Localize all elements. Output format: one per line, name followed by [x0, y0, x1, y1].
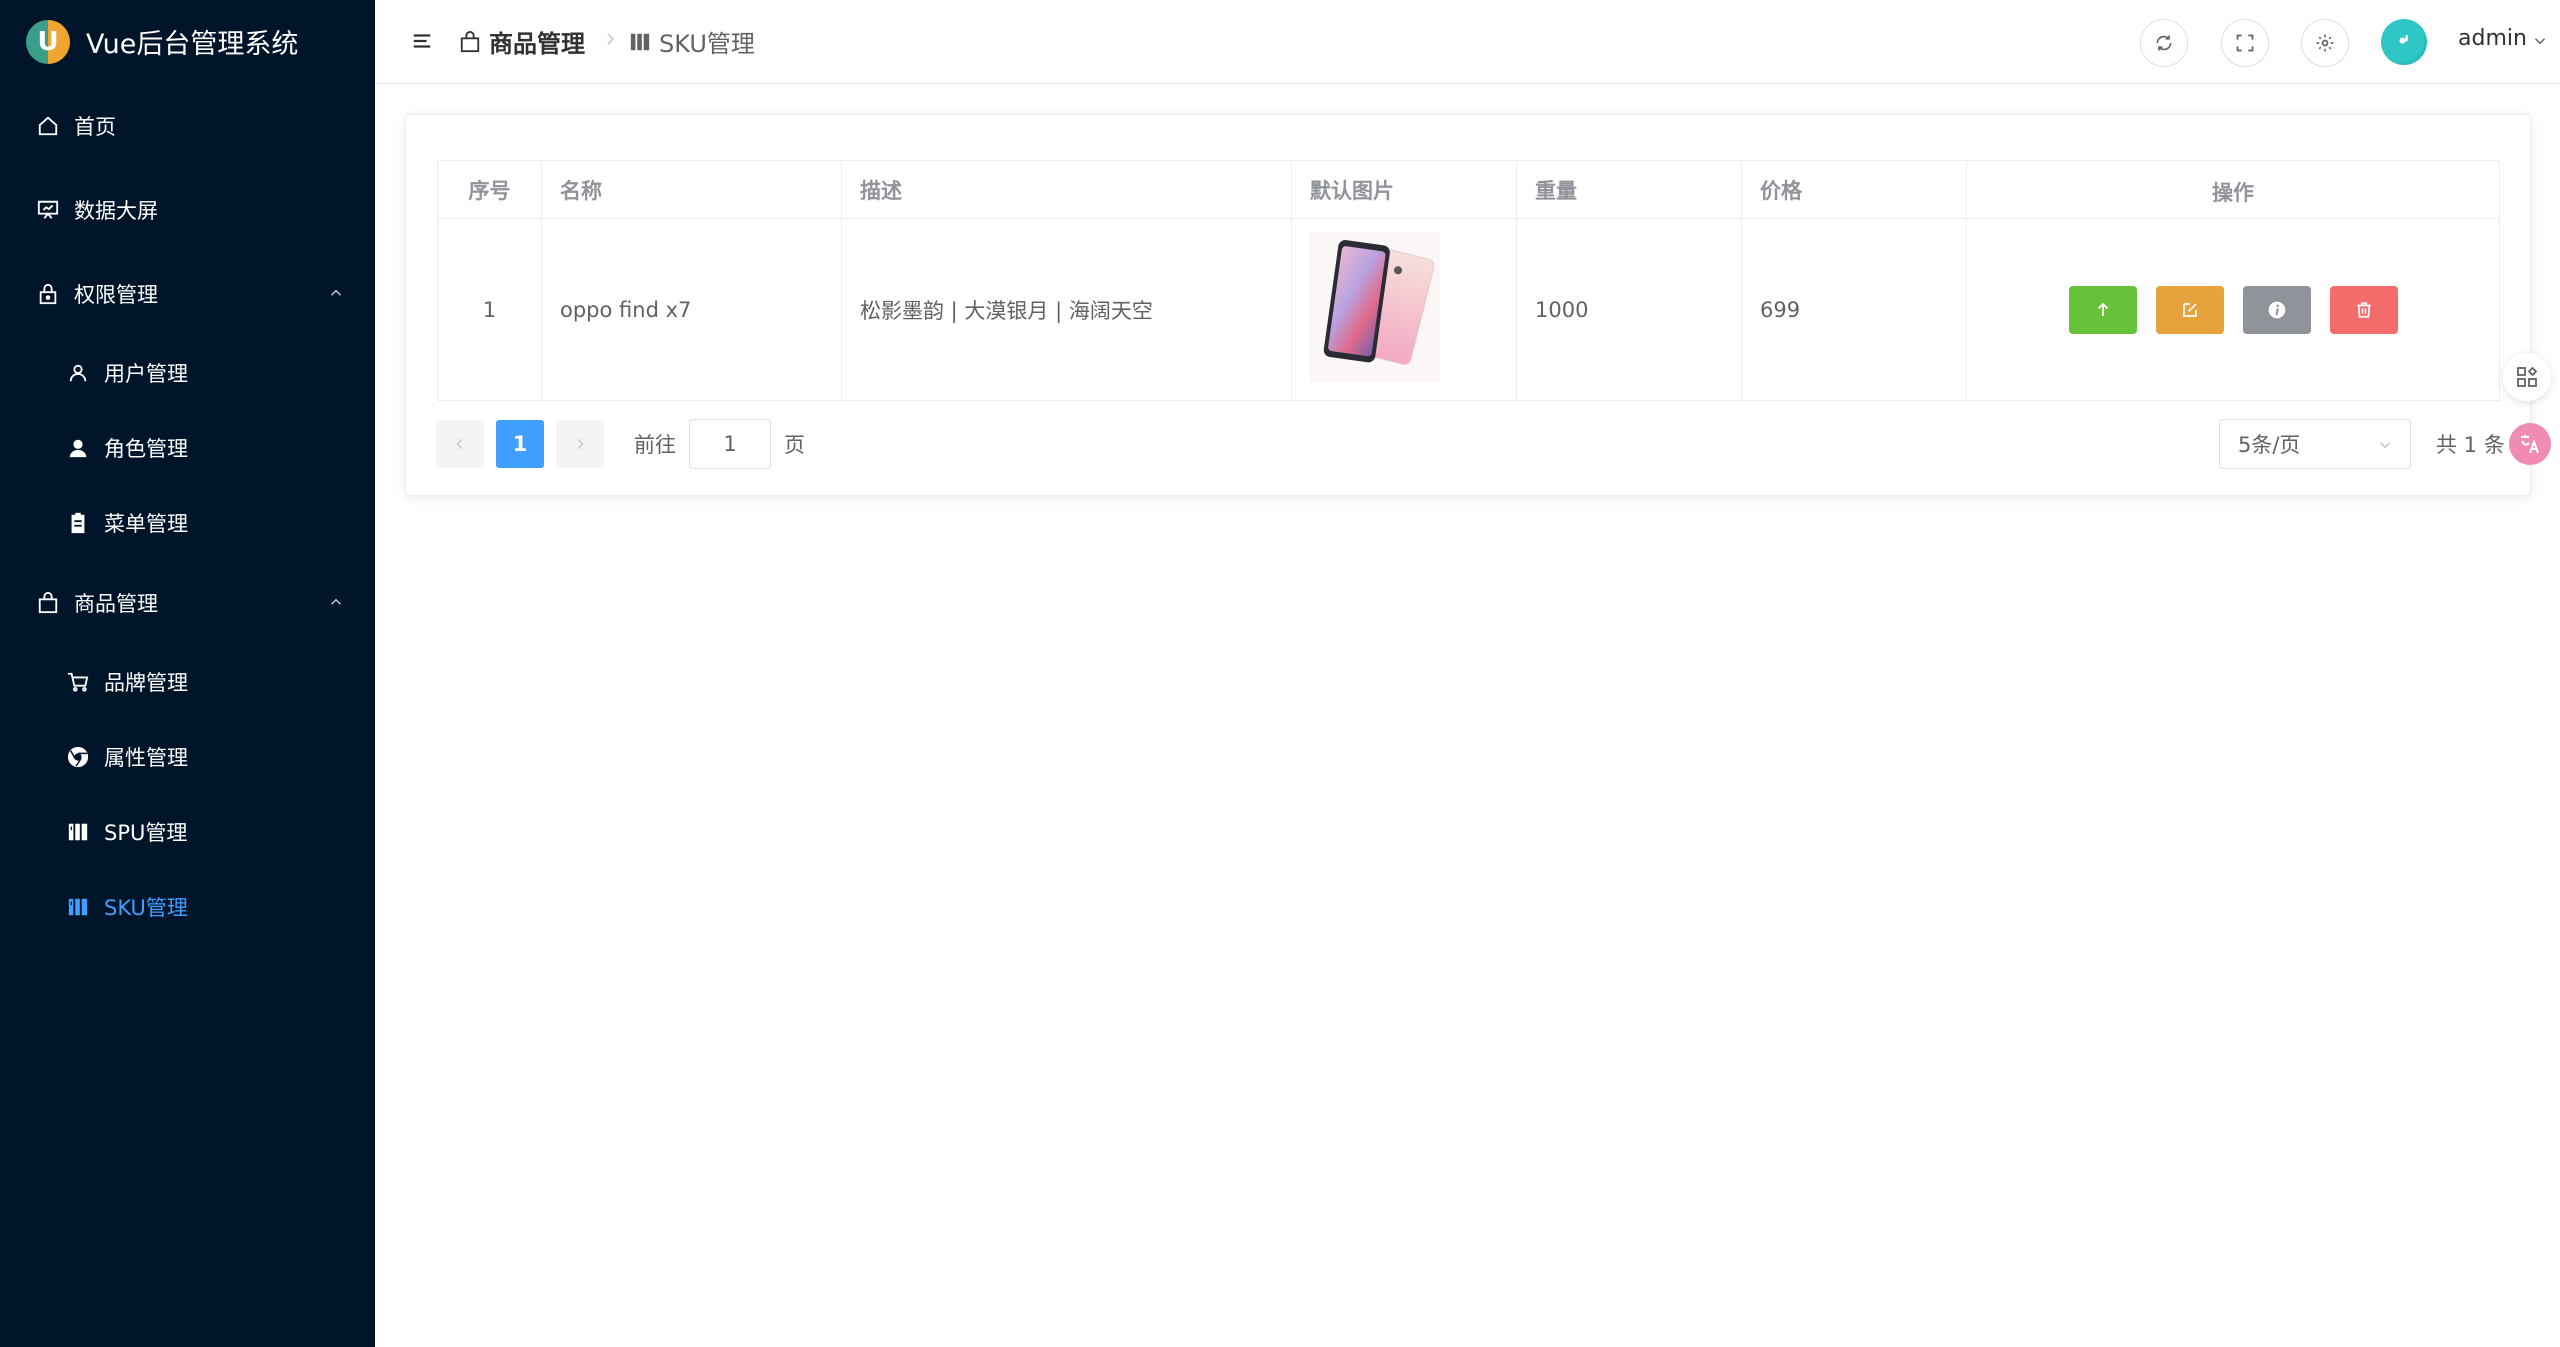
shopping-bag-icon — [459, 30, 481, 53]
breadcrumb-item-sku: SKU管理 — [629, 24, 755, 59]
chevron-up-icon — [330, 289, 342, 296]
grid-icon — [2517, 366, 2538, 387]
column-header: 默认图片 — [1291, 160, 1517, 219]
sidebar-item-label: SKU管理 — [104, 896, 188, 920]
chrome-icon — [66, 745, 90, 769]
page-number-button[interactable]: 1 — [496, 420, 544, 468]
sidebar-item-label: 用户管理 — [104, 362, 188, 386]
sidebar-item-spu[interactable]: SPU管理 — [0, 802, 375, 862]
top-header: 商品管理 SKU管理 admin — [375, 0, 2560, 84]
sidebar-item-label: 角色管理 — [104, 437, 188, 461]
chevron-right-icon — [577, 438, 584, 450]
sidebar: U Vue后台管理系统 首页 数据大屏 权限管理 用户管理 角色管理 菜单管理 … — [0, 0, 375, 1347]
column-header: 描述 — [841, 160, 1292, 219]
sku-card: 序号 名称 描述 默认图片 重量 价格 操作 1 oppo find x7 松影… — [405, 114, 2531, 496]
hamburger-icon[interactable] — [411, 30, 433, 52]
chevron-down-icon[interactable] — [2531, 32, 2549, 50]
user-icon — [66, 361, 90, 385]
translate-icon — [2521, 435, 2539, 454]
user-name[interactable]: admin — [2458, 26, 2527, 51]
float-tool-button[interactable] — [2503, 353, 2551, 401]
fullscreen-button[interactable] — [2221, 19, 2269, 67]
cell-index: 1 — [437, 218, 542, 401]
breadcrumb-item-product[interactable]: 商品管理 — [459, 24, 585, 59]
chevron-down-icon — [2379, 442, 2391, 449]
sidebar-item-label: SPU管理 — [104, 821, 188, 845]
column-header: 价格 — [1741, 160, 1967, 219]
refresh-button[interactable] — [2140, 19, 2188, 67]
goto-label: 前往 — [634, 433, 676, 457]
calendar-icon — [66, 820, 90, 844]
chevron-up-icon — [330, 598, 342, 605]
avatar-figure-icon — [2399, 35, 2408, 44]
calendar-icon — [629, 31, 651, 53]
next-page-button[interactable] — [556, 420, 604, 468]
logo: U Vue后台管理系统 — [0, 0, 375, 83]
calendar-icon — [66, 895, 90, 919]
info-button[interactable] — [2242, 285, 2311, 334]
sidebar-item-screen[interactable]: 数据大屏 — [0, 180, 375, 240]
shopping-cart-icon — [66, 670, 90, 694]
cell-price: 699 — [1741, 218, 1967, 401]
cell-weight: 1000 — [1516, 218, 1742, 401]
sidebar-item-menus[interactable]: 菜单管理 — [0, 493, 375, 553]
sale-up-button[interactable] — [2068, 285, 2137, 334]
logo-mark: U — [26, 19, 70, 64]
info-icon — [2268, 301, 2285, 318]
column-header: 名称 — [541, 160, 842, 219]
sidebar-item-sku[interactable]: SKU管理 — [0, 877, 375, 937]
sidebar-item-label: 品牌管理 — [104, 671, 188, 695]
cell-ops — [1966, 218, 2500, 401]
sidebar-item-roles[interactable]: 角色管理 — [0, 418, 375, 478]
table-row: 1 oppo find x7 松影墨韵 | 大漠银月 | 海阔天空 1000 6… — [437, 218, 2500, 401]
sidebar-item-users[interactable]: 用户管理 — [0, 343, 375, 403]
clipboard-icon — [66, 511, 90, 535]
row-actions — [1985, 285, 2481, 334]
sidebar-item-label: 属性管理 — [104, 746, 188, 770]
gear-icon — [2316, 34, 2334, 52]
column-header: 重量 — [1516, 160, 1742, 219]
sidebar-item-attr[interactable]: 属性管理 — [0, 727, 375, 787]
sidebar-item-label: 数据大屏 — [74, 199, 158, 223]
translate-button[interactable] — [2509, 423, 2551, 465]
avatar[interactable] — [2381, 19, 2427, 65]
refresh-icon — [2156, 35, 2172, 51]
column-header: 序号 — [437, 160, 542, 219]
shopping-bag-icon — [36, 591, 60, 615]
sidebar-item-label: 商品管理 — [74, 592, 158, 616]
column-header: 操作 — [1966, 160, 2500, 219]
chevron-left-icon — [456, 438, 463, 450]
edit-button[interactable] — [2155, 285, 2224, 334]
settings-button[interactable] — [2301, 19, 2349, 67]
sidebar-item-brand[interactable]: 品牌管理 — [0, 652, 375, 712]
product-image — [1310, 232, 1440, 382]
page-size-select[interactable]: 5条/页 — [2219, 419, 2411, 469]
lock-icon — [36, 282, 60, 306]
goto-page-input[interactable] — [689, 419, 771, 469]
sidebar-item-label: 权限管理 — [74, 283, 158, 307]
sidebar-item-label: 首页 — [74, 115, 116, 139]
sku-table: 序号 名称 描述 默认图片 重量 价格 操作 1 oppo find x7 松影… — [437, 160, 2500, 401]
edit-icon — [2182, 302, 2197, 317]
sidebar-item-home[interactable]: 首页 — [0, 96, 375, 156]
screen-icon — [36, 198, 60, 222]
total-count: 共 1 条 — [2436, 433, 2505, 457]
home-icon — [36, 114, 60, 138]
sidebar-item-label: 菜单管理 — [104, 512, 188, 536]
sidebar-item-product[interactable]: 商品管理 — [0, 573, 375, 633]
fullscreen-icon — [2236, 34, 2254, 52]
arrow-up-icon — [2097, 302, 2108, 316]
delete-button[interactable] — [2329, 285, 2398, 334]
trash-icon — [2356, 301, 2371, 318]
page-suffix: 页 — [784, 433, 805, 457]
cell-image — [1291, 218, 1517, 401]
user-filled-icon — [66, 436, 90, 460]
cell-desc: 松影墨韵 | 大漠银月 | 海阔天空 — [841, 218, 1292, 401]
chevron-right-icon — [607, 33, 615, 45]
sidebar-item-permission[interactable]: 权限管理 — [0, 264, 375, 324]
prev-page-button[interactable] — [436, 420, 484, 468]
cell-name: oppo find x7 — [541, 218, 842, 401]
table-header-row: 序号 名称 描述 默认图片 重量 价格 操作 — [437, 160, 2500, 219]
app-title: Vue后台管理系统 — [86, 29, 299, 60]
